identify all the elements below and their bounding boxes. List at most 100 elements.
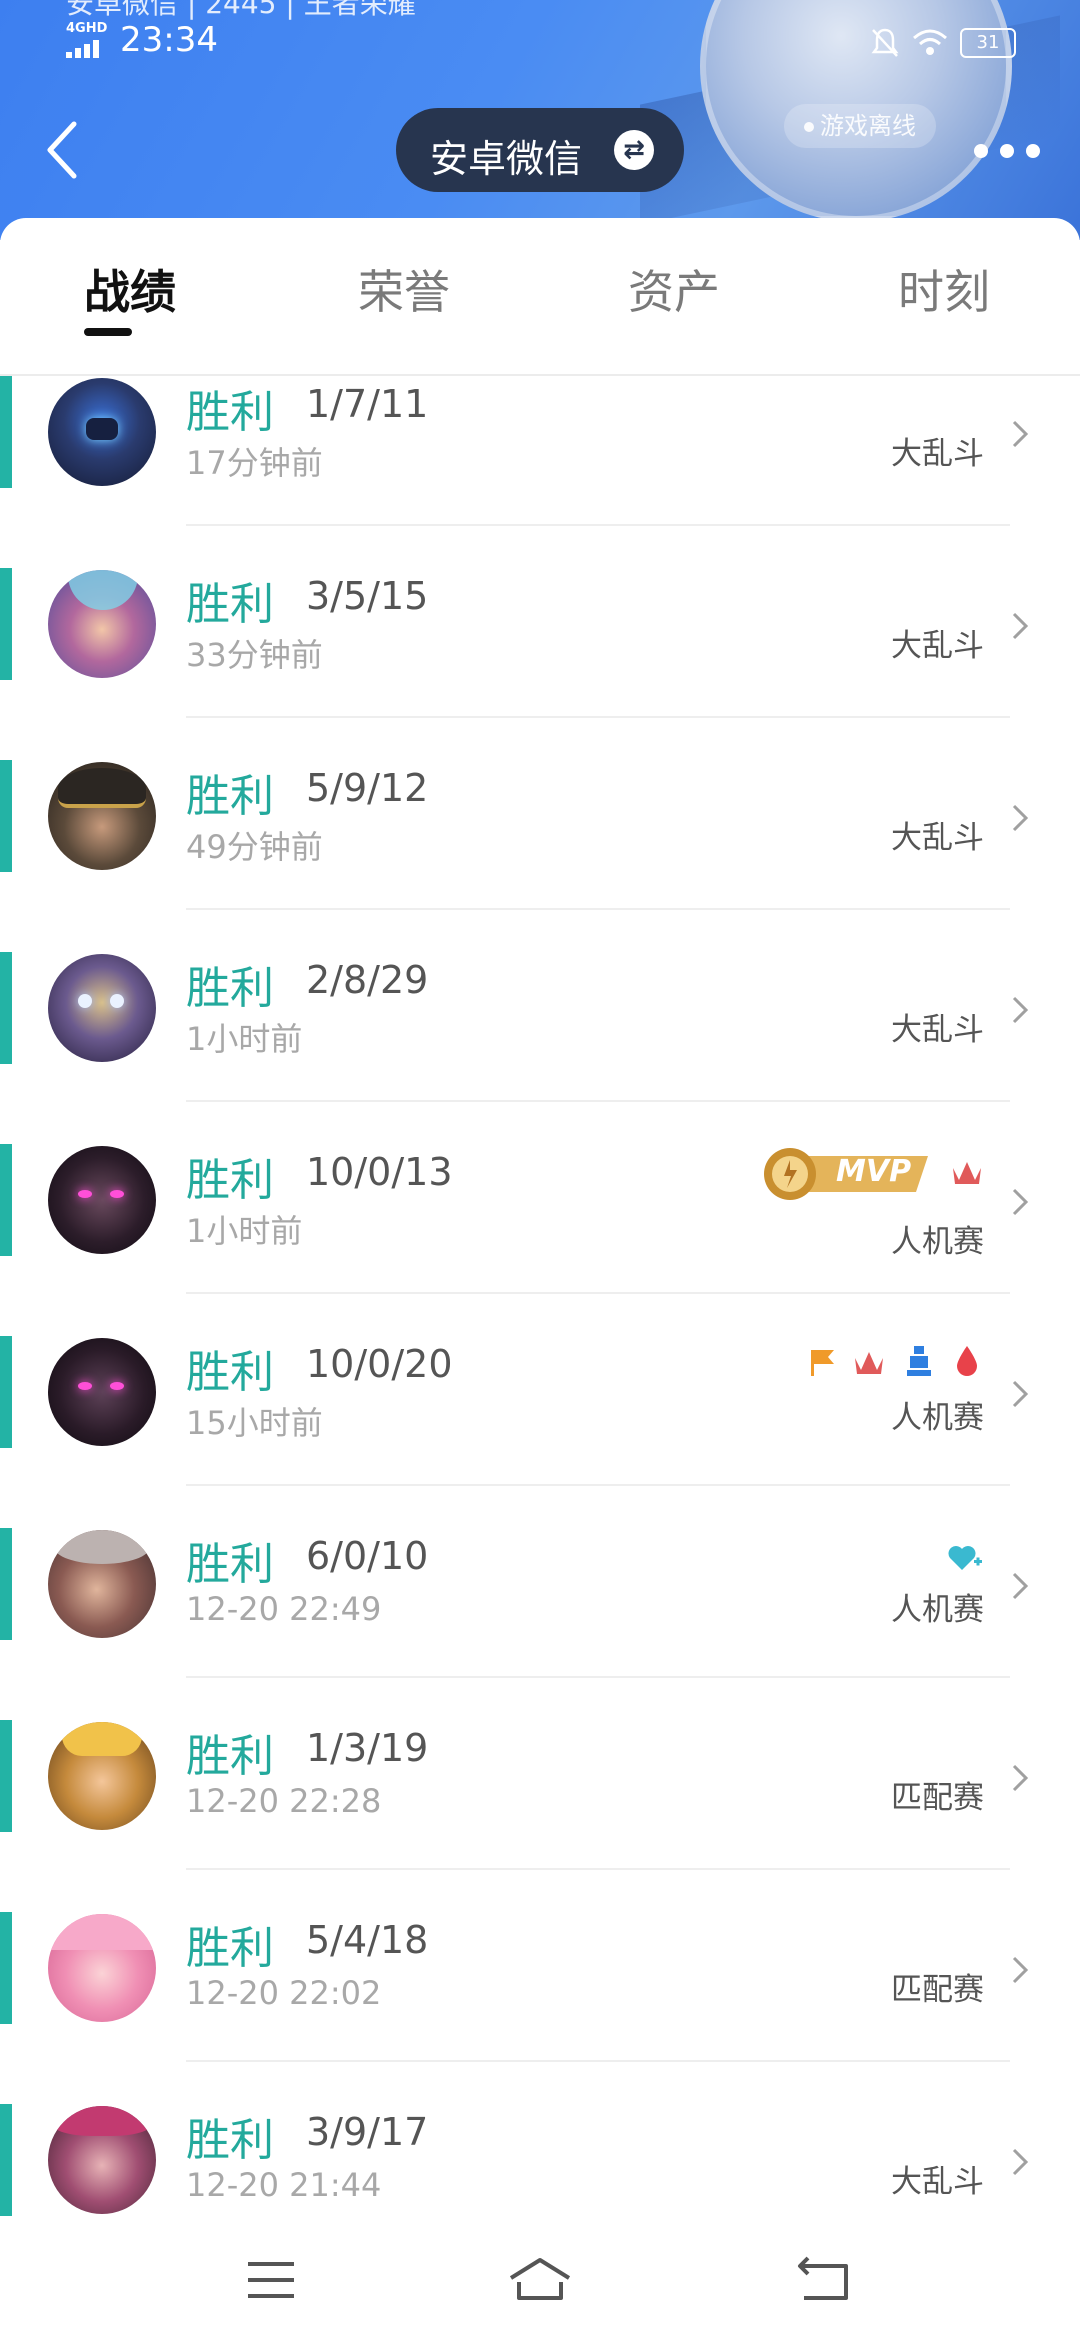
win-accent-bar bbox=[0, 1336, 12, 1448]
win-accent-bar bbox=[0, 760, 12, 872]
match-mode: 大乱斗 bbox=[891, 2164, 984, 2200]
match-mode: 人机赛 bbox=[891, 1224, 984, 1260]
row-divider bbox=[186, 2060, 1010, 2062]
flag-icon bbox=[811, 1350, 834, 1376]
more-dot-icon bbox=[1026, 144, 1040, 158]
mvp-badge: MVP bbox=[760, 1146, 932, 1202]
match-result: 胜利 bbox=[186, 771, 274, 822]
row-divider bbox=[186, 1100, 1010, 1102]
win-accent-bar bbox=[0, 1528, 12, 1640]
active-tab-indicator bbox=[84, 328, 132, 336]
match-time: 12-20 22:49 bbox=[186, 1590, 382, 1628]
status-bar: 安卓微信 | 2445 | 王者荣耀 4GHD 23:34 31 bbox=[0, 0, 1080, 80]
match-time: 12-20 22:02 bbox=[186, 1974, 382, 2012]
chevron-right-icon bbox=[1012, 996, 1029, 1024]
match-mode: 大乱斗 bbox=[891, 820, 984, 856]
more-dot-icon bbox=[974, 144, 988, 158]
match-kda: 1/3/19 bbox=[306, 1726, 429, 1770]
row-divider bbox=[186, 908, 1010, 910]
account-switch-button[interactable]: 安卓微信 ⇄ bbox=[396, 108, 684, 192]
tower-icon bbox=[907, 1346, 931, 1376]
match-mode: 人机赛 bbox=[891, 1592, 984, 1628]
match-row[interactable]: 胜利 10/0/13 1小时前 MVP 人机赛 bbox=[0, 1144, 1080, 1336]
match-kda: 5/9/12 bbox=[306, 766, 429, 810]
row-divider bbox=[186, 716, 1010, 718]
chevron-right-icon bbox=[1012, 1572, 1029, 1600]
match-time: 33分钟前 bbox=[186, 636, 323, 674]
win-accent-bar bbox=[0, 1144, 12, 1256]
more-dot-icon bbox=[1000, 144, 1014, 158]
tab-bar: 战绩 荣誉 资产 时刻 bbox=[0, 218, 1080, 376]
match-time: 12-20 22:28 bbox=[186, 1782, 382, 1820]
chevron-right-icon bbox=[1012, 804, 1029, 832]
match-result: 胜利 bbox=[186, 963, 274, 1014]
match-row[interactable]: 胜利 1/3/19 12-20 22:28 匹配赛 bbox=[0, 1720, 1080, 1912]
match-row[interactable]: 胜利 2/8/29 1小时前 大乱斗 bbox=[0, 952, 1080, 1144]
tab-moments[interactable]: 时刻 bbox=[898, 256, 990, 322]
hero-avatar bbox=[48, 570, 156, 678]
match-kda: 3/5/15 bbox=[306, 574, 429, 618]
match-kda: 2/8/29 bbox=[306, 958, 429, 1002]
match-result: 胜利 bbox=[186, 1923, 274, 1974]
win-accent-bar bbox=[0, 1720, 12, 1832]
hero-avatar bbox=[48, 954, 156, 1062]
match-result: 胜利 bbox=[186, 1347, 274, 1398]
profile-header: 安卓微信 | 2445 | 王者荣耀 4GHD 23:34 31 安卓微信 ⇄ bbox=[0, 0, 1080, 240]
chevron-right-icon bbox=[1012, 2148, 1029, 2176]
match-time: 15小时前 bbox=[186, 1404, 323, 1442]
online-status-tag: 游戏离线 bbox=[784, 104, 936, 148]
row-divider bbox=[186, 1292, 1010, 1294]
match-list: 胜利 1/7/11 17分钟前 大乱斗 胜利 3/5/15 33分钟前 大乱斗 … bbox=[0, 376, 1080, 2221]
match-row[interactable]: 胜利 1/7/11 17分钟前 大乱斗 bbox=[0, 376, 1080, 568]
more-options-button[interactable] bbox=[968, 132, 1048, 172]
hero-avatar bbox=[48, 2106, 156, 2214]
system-icons: 31 bbox=[870, 22, 1030, 62]
match-result: 胜利 bbox=[186, 2115, 274, 2166]
network-type: 4GHD bbox=[66, 21, 108, 36]
match-row[interactable]: 胜利 3/9/17 12-20 21:44 大乱斗 bbox=[0, 2104, 1080, 2221]
chevron-right-icon bbox=[1012, 1764, 1029, 1792]
blood-drop-icon bbox=[957, 1346, 977, 1376]
tab-battle-record[interactable]: 战绩 bbox=[84, 256, 176, 322]
nav-back-button[interactable] bbox=[790, 2252, 860, 2308]
match-kda: 10/0/20 bbox=[306, 1342, 453, 1386]
win-accent-bar bbox=[0, 2104, 12, 2216]
chevron-right-icon bbox=[1012, 1380, 1029, 1408]
back-button[interactable] bbox=[36, 110, 96, 190]
match-kda: 3/9/17 bbox=[306, 2110, 429, 2154]
match-row[interactable]: 胜利 5/9/12 49分钟前 大乱斗 bbox=[0, 760, 1080, 952]
match-result: 胜利 bbox=[186, 1731, 274, 1782]
match-row[interactable]: 胜利 10/0/20 15小时前 人机赛 bbox=[0, 1336, 1080, 1528]
chevron-right-icon bbox=[1012, 1188, 1029, 1216]
match-time: 12-20 21:44 bbox=[186, 2166, 382, 2204]
match-row[interactable]: 胜利 3/5/15 33分钟前 大乱斗 bbox=[0, 568, 1080, 760]
hero-avatar bbox=[48, 1146, 156, 1254]
match-mode: 匹配赛 bbox=[891, 1780, 984, 1816]
match-result: 胜利 bbox=[186, 579, 274, 630]
battery-indicator: 31 bbox=[960, 28, 1016, 58]
nav-home-button[interactable] bbox=[505, 2252, 575, 2308]
status-dot-icon bbox=[804, 122, 814, 132]
tab-honors[interactable]: 荣誉 bbox=[358, 256, 450, 322]
match-row[interactable]: 胜利 6/0/10 12-20 22:49 人机赛 bbox=[0, 1528, 1080, 1720]
match-time: 49分钟前 bbox=[186, 828, 323, 866]
clock: 23:34 bbox=[120, 20, 218, 60]
match-result: 胜利 bbox=[186, 387, 274, 438]
tab-assets[interactable]: 资产 bbox=[628, 256, 720, 322]
match-mode: 匹配赛 bbox=[891, 1972, 984, 2008]
match-kda: 10/0/13 bbox=[306, 1150, 453, 1194]
win-accent-bar bbox=[0, 376, 12, 488]
nav-menu-button[interactable] bbox=[236, 2252, 306, 2308]
row-divider bbox=[186, 524, 1010, 526]
row-divider bbox=[186, 1868, 1010, 1870]
hero-avatar bbox=[48, 1530, 156, 1638]
chevron-right-icon bbox=[1012, 420, 1029, 448]
mute-bell-icon bbox=[871, 28, 899, 57]
hero-avatar bbox=[48, 1338, 156, 1446]
wifi-icon bbox=[913, 29, 947, 55]
match-row[interactable]: 胜利 5/4/18 12-20 22:02 匹配赛 bbox=[0, 1912, 1080, 2104]
heart-plus-icon bbox=[948, 1546, 982, 1570]
match-time: 17分钟前 bbox=[186, 444, 323, 482]
system-nav-bar bbox=[0, 2222, 1080, 2340]
match-result: 胜利 bbox=[186, 1155, 274, 1206]
